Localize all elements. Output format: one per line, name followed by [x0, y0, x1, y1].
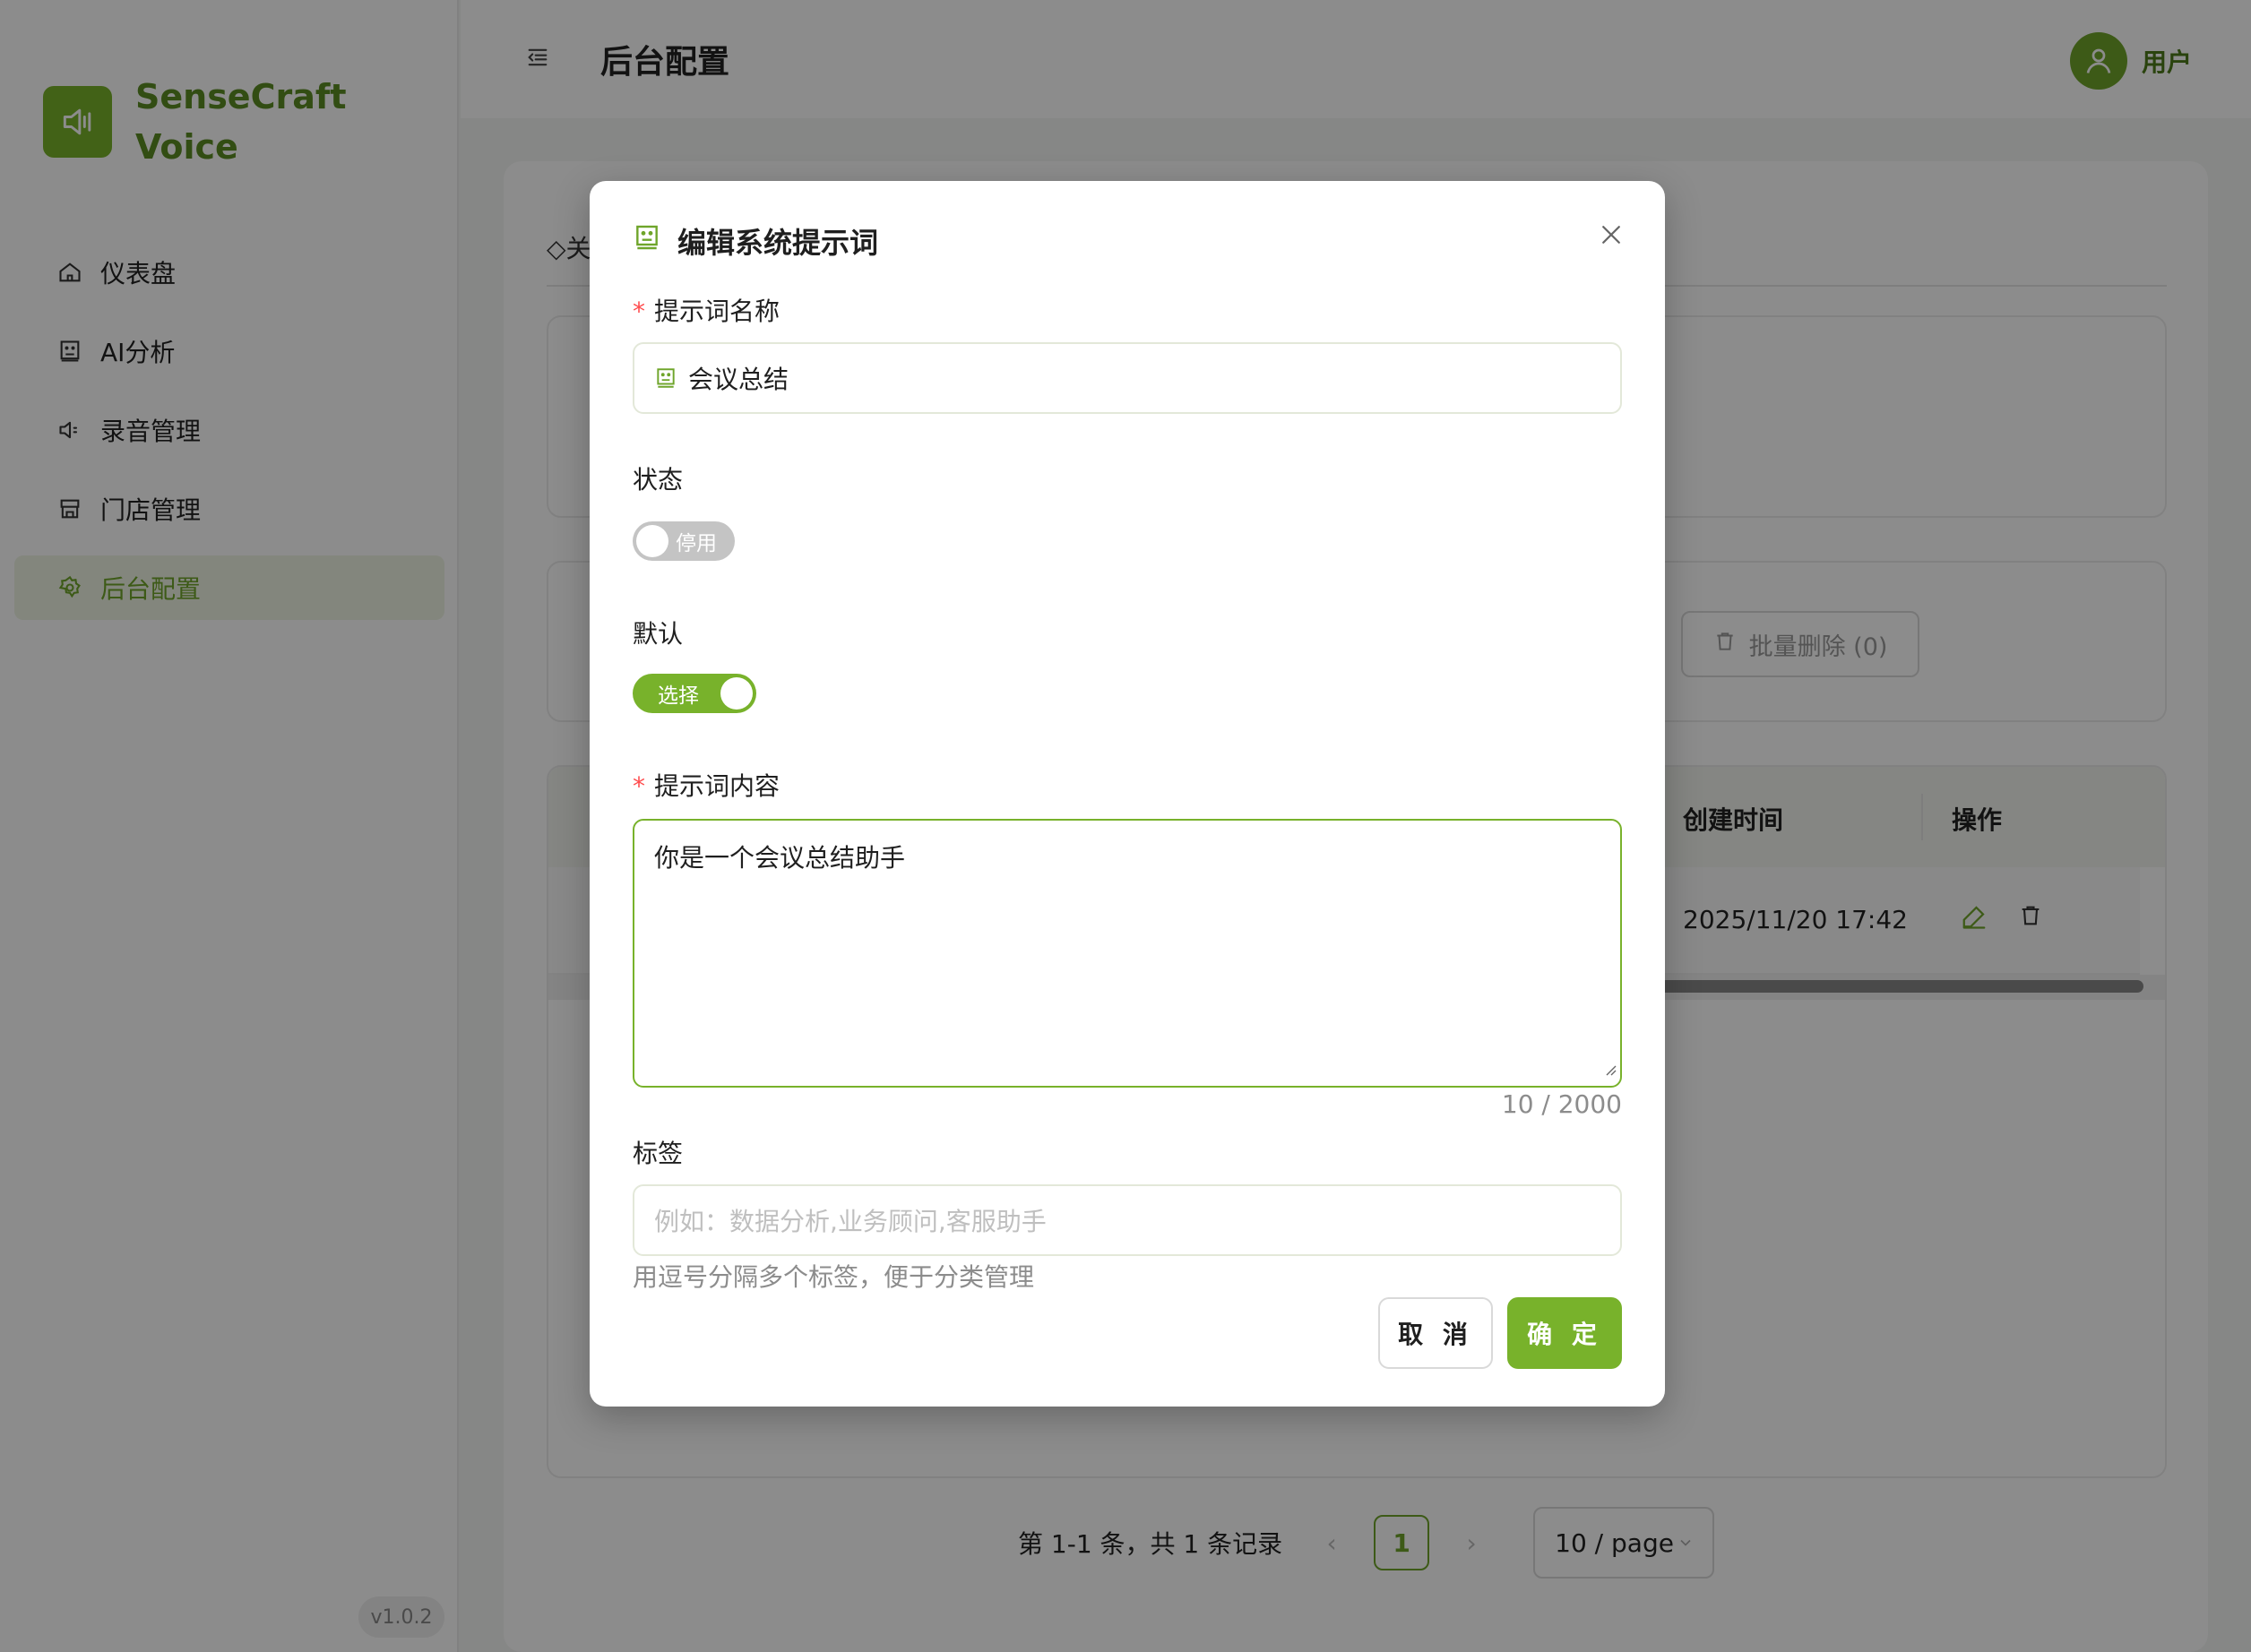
robot-icon	[633, 223, 661, 259]
default-toggle[interactable]: 选择	[633, 674, 756, 713]
prompt-name-input[interactable]: 会议总结	[633, 342, 1622, 414]
name-field-label: * 提示词名称	[633, 292, 780, 328]
status-toggle[interactable]: 停用	[633, 521, 735, 561]
default-toggle-text: 选择	[658, 684, 699, 708]
toggle-knob	[636, 525, 668, 557]
confirm-button[interactable]: 确 定	[1507, 1297, 1622, 1369]
prompt-name-value: 会议总结	[688, 365, 789, 394]
cancel-button[interactable]: 取 消	[1378, 1297, 1493, 1369]
resize-grip-icon[interactable]	[1602, 1053, 1617, 1082]
required-mark: *	[633, 771, 645, 801]
tags-placeholder: 例如：数据分析,业务顾问,客服助手	[654, 1207, 1047, 1236]
prompt-content-value: 你是一个会议总结助手	[654, 843, 906, 873]
tags-input[interactable]: 例如：数据分析,业务顾问,客服助手	[633, 1184, 1622, 1256]
close-icon[interactable]	[1593, 217, 1629, 253]
status-label: 状态	[633, 465, 684, 495]
dialog-title-text: 编辑系统提示词	[677, 226, 879, 260]
label-text: 提示词名称	[654, 297, 781, 326]
status-toggle-text: 停用	[676, 532, 717, 555]
label-text: 提示词内容	[654, 771, 781, 801]
prompt-content-textarea[interactable]: 你是一个会议总结助手	[633, 819, 1622, 1088]
dialog-title: 编辑系统提示词	[633, 220, 878, 262]
tags-help-text: 用逗号分隔多个标签，便于分类管理	[633, 1262, 1035, 1292]
edit-prompt-dialog: 编辑系统提示词 * 提示词名称 会议总结 状态 停用 默认 选择 * 提示词内容 你…	[590, 181, 1665, 1407]
robot-icon	[654, 366, 677, 390]
required-mark: *	[633, 297, 645, 326]
tags-label: 标签	[633, 1139, 684, 1168]
toggle-knob	[720, 677, 753, 710]
content-field-label: * 提示词内容	[633, 767, 780, 803]
character-counter: 10 / 2000	[1501, 1089, 1622, 1119]
default-label: 默认	[633, 619, 684, 649]
